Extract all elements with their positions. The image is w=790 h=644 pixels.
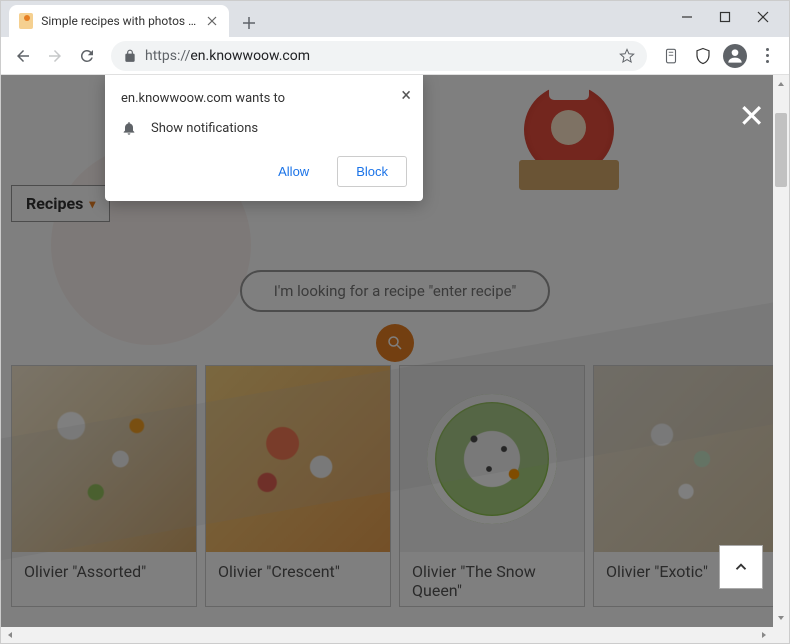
scroll-right-arrow-icon[interactable]	[757, 627, 771, 643]
notification-permission-popup: × en.knowwoow.com wants to Show notifica…	[105, 75, 423, 201]
url-text: https://en.knowwoow.com	[145, 48, 611, 64]
vertical-scrollbar[interactable]	[773, 75, 789, 627]
url-protocol: https://	[145, 48, 190, 64]
address-bar[interactable]: https://en.knowwoow.com	[111, 41, 647, 71]
reload-button[interactable]	[73, 42, 101, 70]
url-host: en.knowwoow.com	[190, 48, 310, 64]
maximize-button[interactable]	[718, 10, 732, 24]
allow-button[interactable]: Allow	[260, 156, 327, 187]
extension-reader-icon[interactable]	[657, 42, 685, 70]
notification-origin: en.knowwoow.com wants to	[121, 91, 407, 106]
tab-bar: Simple recipes with photos of ho	[1, 1, 789, 37]
tab-favicon-icon	[19, 13, 33, 29]
profile-avatar[interactable]	[721, 42, 749, 70]
block-button[interactable]: Block	[337, 156, 407, 187]
scrollbar-thumb[interactable]	[775, 113, 787, 187]
scroll-to-top-button[interactable]	[719, 545, 763, 589]
chevron-up-icon	[732, 558, 750, 576]
toolbar: https://en.knowwoow.com	[1, 37, 789, 75]
horizontal-scrollbar[interactable]	[1, 627, 789, 643]
bell-icon	[121, 120, 137, 136]
overlay-close-button[interactable]: ✕	[738, 97, 765, 135]
forward-button[interactable]	[41, 42, 69, 70]
notification-close-button[interactable]: ×	[401, 85, 411, 106]
bookmark-star-icon[interactable]	[619, 48, 635, 64]
extension-shield-icon[interactable]	[689, 42, 717, 70]
tab-title: Simple recipes with photos of ho	[41, 14, 196, 28]
minimize-button[interactable]	[680, 10, 694, 24]
scroll-up-arrow-icon[interactable]	[773, 77, 789, 91]
close-window-button[interactable]	[756, 10, 770, 24]
window-controls	[680, 2, 784, 24]
notification-permission-text: Show notifications	[151, 121, 258, 136]
scroll-left-arrow-icon[interactable]	[3, 627, 17, 643]
back-button[interactable]	[9, 42, 37, 70]
lock-icon	[123, 49, 137, 63]
content-area: Recipes ▾ I'm looking for a recipe "ente…	[1, 75, 789, 643]
browser-menu-button[interactable]	[753, 42, 781, 70]
scroll-down-arrow-icon[interactable]	[773, 611, 789, 625]
browser-tab[interactable]: Simple recipes with photos of ho	[9, 5, 229, 37]
new-tab-button[interactable]	[235, 9, 263, 37]
tab-close-button[interactable]	[205, 13, 219, 29]
browser-window: Simple recipes with photos of ho https:/…	[0, 0, 790, 644]
